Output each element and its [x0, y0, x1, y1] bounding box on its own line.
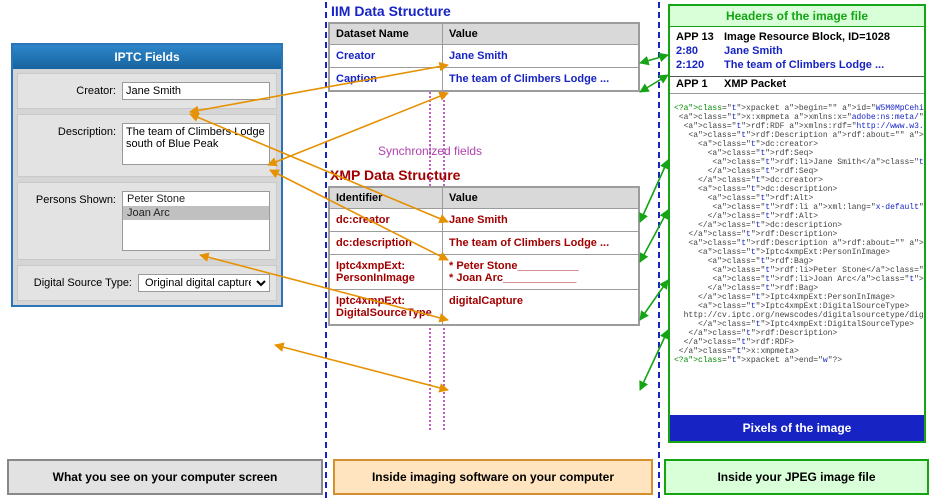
xmp-row: Iptc4xmpExt: PersonInImage * Peter Stone… — [329, 255, 639, 290]
persons-listbox[interactable]: Peter Stone Joan Arc — [122, 191, 270, 251]
iim-cell-value: The team of Climbers Lodge ... — [443, 68, 640, 92]
iim-cell-name: Caption — [329, 68, 443, 92]
xmp-col-value: Value — [443, 187, 640, 209]
column-divider-2 — [658, 2, 660, 498]
xmp-structure-title: XMP Data Structure — [330, 167, 460, 183]
caption-screen: What you see on your computer screen — [7, 459, 323, 495]
file-structure-panel: Headers of the image file APP 13 Image R… — [668, 4, 926, 443]
iim-file-row: 2:80 Jane Smith — [670, 44, 924, 58]
description-label: Description: — [24, 123, 122, 138]
xmp-cell-value: * Peter Stone__________ * Joan Arc______… — [443, 255, 640, 290]
xmp-cell-name: Iptc4xmpExt: PersonInImage — [329, 255, 443, 290]
pixels-label: Pixels of the image — [670, 415, 924, 441]
persons-label: Persons Shown: — [24, 191, 122, 206]
caption-jpeg: Inside your JPEG image file — [664, 459, 929, 495]
iim-col-name: Dataset Name — [329, 23, 443, 45]
dst-select[interactable]: Original digital capture — [138, 274, 270, 292]
synchronized-fields-label: Synchronized fields — [378, 144, 482, 158]
description-input[interactable]: The team of Climbers Lodge south of Blue… — [122, 123, 270, 165]
iim-row: Caption The team of Climbers Lodge ... — [329, 68, 639, 92]
xmp-cell-value: Jane Smith — [443, 209, 640, 232]
iptc-row-description: Description: The team of Climbers Lodge … — [17, 114, 277, 177]
xmp-row: dc:description The team of Climbers Lodg… — [329, 232, 639, 255]
xmp-cell-name: dc:description — [329, 232, 443, 255]
iim-cell-value: Jane Smith — [443, 45, 640, 68]
xmp-cell-value: The team of Climbers Lodge ... — [443, 232, 640, 255]
app1-header: APP 1 XMP Packet — [670, 77, 924, 94]
column-divider-1 — [325, 2, 327, 498]
xmp-table: Identifier Value dc:creator Jane Smith d… — [328, 186, 640, 326]
app13-header: APP 13 Image Resource Block, ID=1028 — [670, 30, 924, 44]
person-item[interactable]: Peter Stone — [123, 192, 269, 206]
creator-input[interactable] — [122, 82, 270, 100]
xmp-packet-code: <?a">class="t">xpacket a">begin="" a">id… — [670, 102, 924, 367]
iim-structure-title: IIM Data Structure — [331, 3, 451, 19]
iim-table: Dataset Name Value Creator Jane Smith Ca… — [328, 22, 640, 92]
caption-software: Inside imaging software on your computer — [333, 459, 653, 495]
file-headers-title: Headers of the image file — [670, 6, 924, 27]
dst-label: Digital Source Type: — [24, 274, 138, 289]
xmp-cell-name: dc:creator — [329, 209, 443, 232]
iptc-panel-title: IPTC Fields — [13, 45, 281, 69]
iptc-panel-body: Creator: Description: The team of Climbe… — [13, 69, 281, 305]
xmp-col-name: Identifier — [329, 187, 443, 209]
iptc-row-creator: Creator: — [17, 73, 277, 109]
iptc-fields-panel: IPTC Fields Creator: Description: The te… — [11, 43, 283, 307]
iptc-row-persons: Persons Shown: Peter Stone Joan Arc — [17, 182, 277, 260]
iim-header-row: Dataset Name Value — [329, 23, 639, 45]
xmp-row: Iptc4xmpExt: DigitalSourceType digitalCa… — [329, 290, 639, 326]
iptc-row-dst: Digital Source Type: Original digital ca… — [17, 265, 277, 301]
xmp-cell-name: Iptc4xmpExt: DigitalSourceType — [329, 290, 443, 326]
iim-row: Creator Jane Smith — [329, 45, 639, 68]
app13-section: APP 13 Image Resource Block, ID=1028 2:8… — [670, 27, 924, 77]
xmp-row: dc:creator Jane Smith — [329, 209, 639, 232]
xmp-header-row: Identifier Value — [329, 187, 639, 209]
iim-col-value: Value — [443, 23, 640, 45]
creator-label: Creator: — [24, 82, 122, 97]
iim-cell-name: Creator — [329, 45, 443, 68]
iim-file-row: 2:120 The team of Climbers Lodge ... — [670, 58, 924, 72]
person-item[interactable]: Joan Arc — [123, 206, 269, 220]
xmp-cell-value: digitalCapture — [443, 290, 640, 326]
